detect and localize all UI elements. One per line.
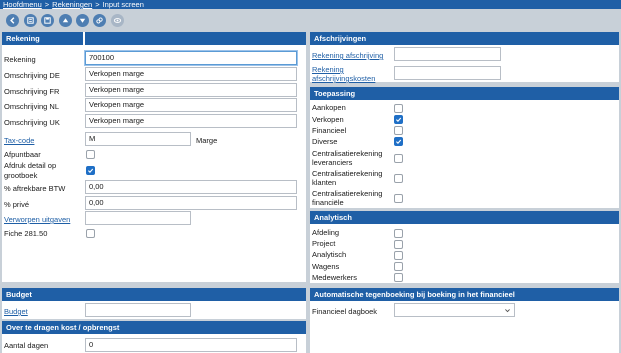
check-icon (396, 139, 402, 145)
omschrijving-nl-input[interactable]: Verkopen marge (85, 98, 297, 112)
omschrijving-de-label: Omschrijving DE (4, 71, 60, 80)
aankopen-checkbox[interactable] (394, 104, 403, 113)
verworpen-uitgaven-input[interactable] (85, 211, 191, 225)
up-icon[interactable] (59, 14, 72, 27)
analytisch-item-label: Afdeling (312, 228, 340, 237)
afdruk-detail-label-line2: grootboek (4, 171, 38, 180)
rekening-afschrijvingskosten-input[interactable] (394, 66, 501, 80)
prive-label: % privé (4, 200, 30, 209)
tax-code-description: Marge (196, 136, 218, 145)
analytisch-header: Analytisch (310, 211, 619, 224)
breadcrumb-accounts-link[interactable]: Rekeningen (52, 0, 92, 9)
afpuntbaar-label: Afpuntbaar (4, 150, 41, 159)
breadcrumb-current: Input screen (102, 0, 144, 9)
rekening-afschrijvingskosten-link-line2[interactable]: afschrijvingskosten (312, 74, 375, 83)
medewerkers-checkbox[interactable] (394, 273, 403, 282)
toepassing-item-label: Verkopen (312, 115, 344, 124)
chevron-down-icon (505, 309, 510, 313)
omschrijving-de-input[interactable]: Verkopen marge (85, 67, 297, 81)
fiche-label: Fiche 281.50 (4, 229, 48, 238)
omschrijving-fr-label: Omschrijving FR (4, 87, 60, 96)
diverse-checkbox[interactable] (394, 137, 403, 146)
list-icon[interactable] (24, 14, 37, 27)
rekening-afschrijvingskosten-link[interactable]: Rekening (312, 65, 344, 74)
analytisch-item-label: Analytisch (312, 250, 347, 259)
financieel-dagboek-label: Financieel dagboek (312, 307, 378, 316)
financieel-checkbox[interactable] (394, 126, 403, 135)
check-icon (88, 168, 94, 174)
project-checkbox[interactable] (394, 240, 403, 249)
verworpen-uitgaven-link[interactable]: Verworpen uitgaven (4, 215, 70, 224)
centralisatie-financiele-checkbox[interactable] (394, 194, 403, 203)
centralisatie-leveranciers-checkbox[interactable] (394, 154, 403, 163)
aantal-dagen-input[interactable]: 0 (85, 338, 297, 352)
breadcrumb-separator: > (44, 0, 50, 9)
toepassing-item-label: Centralisatierekening (312, 189, 383, 198)
breadcrumb-home-link[interactable]: Hoofdmenu (3, 0, 42, 9)
tax-code-link[interactable]: Tax-code (4, 136, 34, 145)
rekening-header-right (85, 32, 306, 45)
financieel-dagboek-select[interactable] (394, 303, 515, 317)
toepassing-item-label: Financieel (312, 126, 347, 135)
rekening-input[interactable]: 700100 (85, 51, 297, 65)
tegenboeking-panel: Automatische tegenboeking bij boeking in… (310, 288, 619, 353)
budget-header: Budget (2, 288, 306, 301)
verkopen-checkbox[interactable] (394, 115, 403, 124)
centralisatie-klanten-checkbox[interactable] (394, 174, 403, 183)
afdeling-checkbox[interactable] (394, 229, 403, 238)
rekening-header: Rekening (2, 32, 83, 45)
toepassing-item-label: Centralisatierekening (312, 169, 383, 178)
breadcrumb: Hoofdmenu > Rekeningen > Input screen (0, 0, 621, 9)
tax-code-input[interactable]: M (85, 132, 191, 146)
afdruk-detail-checkbox[interactable] (86, 166, 95, 175)
omschrijving-uk-input[interactable]: Verkopen marge (85, 114, 297, 128)
toepassing-item-label: Aankopen (312, 103, 346, 112)
fiche-checkbox[interactable] (86, 229, 95, 238)
rekening-afschrijving-input[interactable] (394, 47, 501, 61)
budget-link[interactable]: Budget (4, 307, 28, 316)
afpuntbaar-checkbox[interactable] (86, 150, 95, 159)
breadcrumb-separator: > (95, 0, 100, 9)
toepassing-item-label: Centralisatierekening (312, 149, 383, 158)
rekening-afschrijving-link[interactable]: Rekening afschrijving (312, 51, 383, 60)
preview-icon[interactable] (111, 14, 124, 27)
toepassing-item-label-line2: klanten (312, 178, 337, 187)
afschrijvingen-header: Afschrijvingen (310, 32, 619, 45)
omschrijving-uk-label: Omschrijving UK (4, 118, 60, 127)
toepassing-header: Toepassing (310, 87, 619, 100)
toepassing-item-label: Diverse (312, 137, 338, 146)
save-icon[interactable] (41, 14, 54, 27)
down-icon[interactable] (76, 14, 89, 27)
over-te-dragen-header: Over te dragen kost / opbrengst (2, 321, 306, 334)
budget-input[interactable] (85, 303, 191, 317)
toepassing-item-label-line2: financiële (312, 198, 344, 207)
analytisch-item-label: Wagens (312, 262, 340, 271)
omschrijving-nl-label: Omschrijving NL (4, 102, 60, 111)
toepassing-item-label-line2: leveranciers (312, 158, 353, 167)
aftrekbare-btw-label: % aftrekbare BTW (4, 184, 66, 193)
wagens-checkbox[interactable] (394, 262, 403, 271)
toolbar (0, 9, 621, 30)
analytisch-item-label: Medewerkers (312, 273, 358, 282)
omschrijving-fr-input[interactable]: Verkopen marge (85, 83, 297, 97)
check-icon (396, 117, 402, 123)
analytisch-item-label: Project (312, 239, 336, 248)
link-icon[interactable] (93, 14, 106, 27)
aantal-dagen-label: Aantal dagen (4, 341, 49, 350)
aftrekbare-btw-input[interactable]: 0,00 (85, 180, 297, 194)
tegenboeking-header: Automatische tegenboeking bij boeking in… (310, 288, 619, 301)
analytisch-checkbox[interactable] (394, 251, 403, 260)
rekening-label: Rekening (4, 55, 36, 64)
prive-input[interactable]: 0,00 (85, 196, 297, 210)
back-icon[interactable] (6, 14, 19, 27)
afdruk-detail-label: Afdruk detail op (4, 161, 57, 170)
